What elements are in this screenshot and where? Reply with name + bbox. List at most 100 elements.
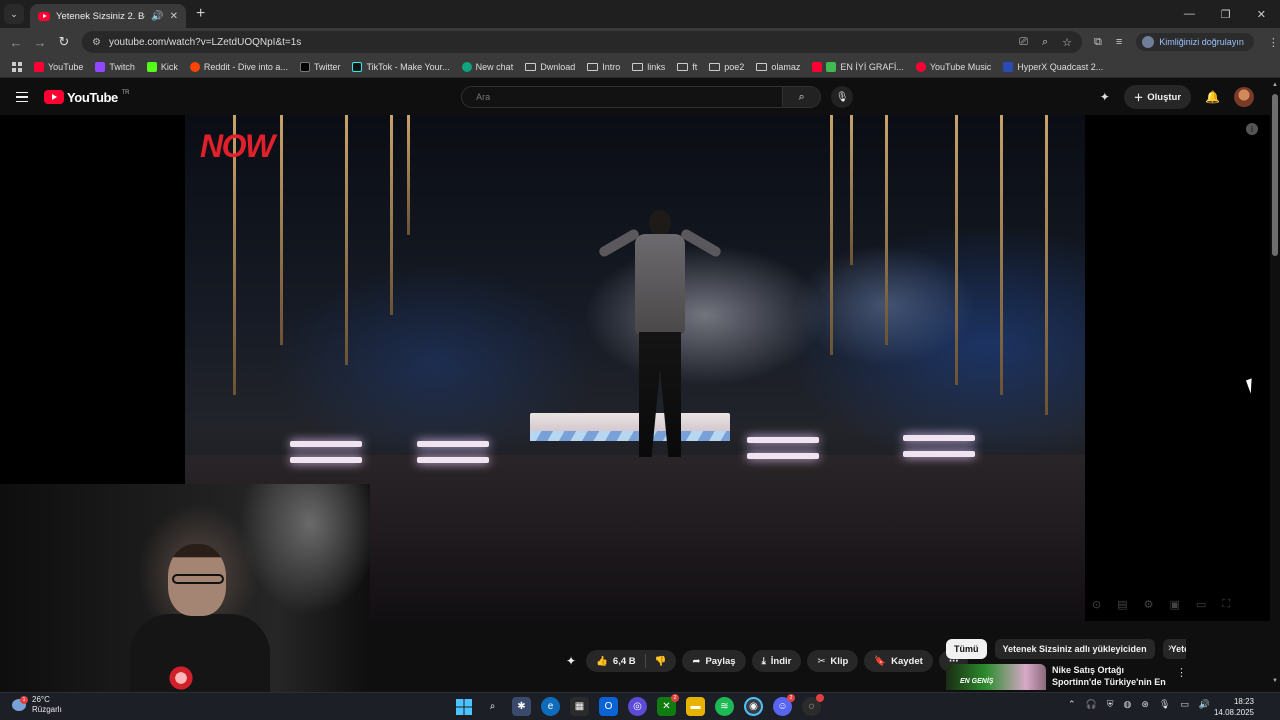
dislike-icon[interactable]: 👎 [655,656,667,667]
extensions-icon[interactable]: ⧉ [1094,36,1102,49]
download-icon: ⤓ [761,655,766,667]
chip-yetenek[interactable]: Yete [1162,639,1186,659]
miniplayer-icon[interactable]: ▣ [1170,598,1180,611]
search-icon: ⌕ [798,90,805,103]
hamburger-menu-icon[interactable] [16,91,28,103]
active-tab[interactable]: Yetenek Sizsiniz 2. Bölüm - 🔊 ✕ [30,4,186,28]
back-icon[interactable]: ← [4,35,28,50]
microphone-icon[interactable]: 🎙 [1159,699,1170,710]
outlook-icon[interactable]: O [599,697,618,716]
tab-audio-icon[interactable]: 🔊 [151,11,163,22]
subtitles-icon[interactable]: ▤ [1117,598,1127,611]
scissors-icon: ✂ [817,655,826,667]
site-info-icon[interactable]: ⚙ [92,37,101,48]
youtube-logo[interactable]: YouTube TR [44,90,130,105]
windows-start-icon[interactable] [454,697,473,716]
bookmark-new-chat[interactable]: New chat [461,61,513,72]
security-icon[interactable]: ⛨ [1107,699,1114,710]
voice-search-button[interactable]: 🎙 [831,86,854,108]
ide-icon[interactable]: ✱ [512,697,531,716]
divider [644,654,646,668]
like-icon[interactable]: 👍 [596,656,608,667]
bookmark-folder-dwnload[interactable]: Dwnload [525,62,575,72]
scrollbar-thumb[interactable] [1272,94,1278,256]
bookmark-hyperx[interactable]: HyperX Quadcast 2... [1003,61,1103,72]
edge-browser-icon[interactable]: e [541,697,560,716]
apps-grid-icon[interactable] [12,61,22,72]
forward-icon[interactable]: → [28,35,52,50]
recommendation-thumbnail[interactable]: EN GENİŞ [946,664,1046,690]
fullscreen-icon[interactable]: ⛶ [1222,598,1230,611]
bookmark-folder-olamaz[interactable]: olamaz [756,62,800,72]
tray-expand-icon[interactable]: ⌃ [1068,699,1076,710]
bookmark-reddit[interactable]: Reddit - Dive into a... [189,61,288,72]
bookmark-folder-intro[interactable]: Intro [587,62,620,72]
verify-identity-button[interactable]: Kimliğinizi doğrulayın [1136,33,1254,51]
search-input[interactable] [461,86,784,108]
share-button[interactable]: ➦ Paylaş [682,650,746,672]
chat-app-icon[interactable]: ◎ [628,697,647,716]
address-bar[interactable]: ⚙ youtube.com/watch?v=LZetdUOQNpI&t=1s ⎚… [82,31,1082,53]
steelseries-icon[interactable]: ◍ [1124,699,1132,710]
restore-icon[interactable]: ❐ [1221,8,1231,21]
recommendation-title[interactable]: Nike Satış Ortağı Sportinn'de Türkiye'ni… [1052,664,1172,690]
zoom-icon[interactable]: ⌕ [1042,36,1048,49]
bookmark-twitter[interactable]: Twitter [299,61,340,72]
download-button[interactable]: ⤓ İndir [751,650,802,672]
search-button[interactable]: ⌕ [783,86,822,108]
bookmark-youtube[interactable]: YouTube [34,61,83,72]
taskbar-clock[interactable]: 18:23 14.08.2025 [1208,696,1254,718]
xbox-icon[interactable]: ✕ 2 [657,694,679,716]
tab-search-button[interactable]: ⌄ [4,4,24,24]
bookmark-kick[interactable]: Kick [146,61,178,72]
url-text: youtube.com/watch?v=LZetdUOQNpI&t=1s [108,36,302,48]
notifications-bell-icon[interactable]: 🔔 [1205,90,1220,104]
discord-icon[interactable]: ☺ 2 [773,694,795,716]
recommendation-item[interactable]: EN GENİŞ Nike Satış Ortağı Sportinn'de T… [946,664,1196,690]
ai-sparkle-icon[interactable]: ✦ [1100,90,1110,104]
obs-icon[interactable]: ◌ [802,694,824,716]
bookmark-star-icon[interactable]: ☆ [1062,36,1072,49]
theater-mode-icon[interactable]: ▭ [1196,598,1206,611]
spotify-icon[interactable]: ≋ [715,697,734,716]
weather-widget[interactable]: 1 26°C Rüzgarlı [12,695,62,715]
bookmark-folder-links[interactable]: links [632,62,665,72]
create-button[interactable]: ＋ Oluştur [1123,85,1192,109]
avatar[interactable] [1234,87,1254,107]
close-window-icon[interactable]: ✕ [1257,8,1266,21]
chip-all[interactable]: Tümü [946,639,987,659]
ask-ai-icon[interactable]: ✦ [566,654,576,668]
like-count[interactable]: 6,4 B [613,656,636,667]
media-control-icon[interactable]: ≡ [1116,36,1122,48]
chip-uploader[interactable]: Yetenek Sizsiniz adlı yükleyiciden [994,639,1155,659]
bookmark-en-iyi-grafi[interactable]: EN İYİ GRAFİ... [812,61,904,72]
store-icon[interactable]: ▦ [570,697,589,716]
more-vertical-icon[interactable]: ⋮ [1176,666,1187,679]
minimize-icon[interactable]: — [1184,8,1195,21]
bookmark-youtube-music[interactable]: YouTube Music [915,61,991,72]
info-icon[interactable]: i [1246,123,1258,135]
twitch-icon [95,61,106,72]
bookmark-folder-poe2[interactable]: poe2 [709,62,744,72]
save-button[interactable]: 🔖 Kaydet [864,650,933,672]
bookmark-folder-ft[interactable]: ft [677,62,697,72]
browser-menu-icon[interactable]: ⋮ [1268,36,1279,49]
install-app-icon[interactable]: ⎚ [1019,36,1028,49]
network-icon[interactable]: ▭ [1180,699,1189,710]
autoplay-toggle-icon[interactable]: ⊙ [1092,598,1101,611]
reload-icon[interactable]: ↻ [52,34,76,50]
chrome-icon[interactable]: ◉ [744,697,763,716]
tab-close-icon[interactable]: ✕ [170,11,178,22]
steam-icon[interactable]: ⊛ [1141,699,1149,710]
settings-gear-icon[interactable]: ⚙ [1144,598,1154,611]
chevron-right-icon[interactable]: › [1168,642,1172,654]
new-tab-button[interactable]: + [196,5,205,23]
file-explorer-icon[interactable]: ▬ [686,697,705,716]
scroll-down-icon[interactable]: ▼ [1272,678,1278,684]
bookmark-twitch[interactable]: Twitch [95,61,135,72]
clip-button[interactable]: ✂ Klip [807,650,859,672]
bookmark-tiktok[interactable]: TikTok - Make Your... [352,61,450,72]
search-icon[interactable]: ⌕ [483,697,502,716]
headset-icon[interactable]: 🎧 [1086,699,1097,710]
scroll-up-icon[interactable]: ▲ [1272,82,1278,88]
